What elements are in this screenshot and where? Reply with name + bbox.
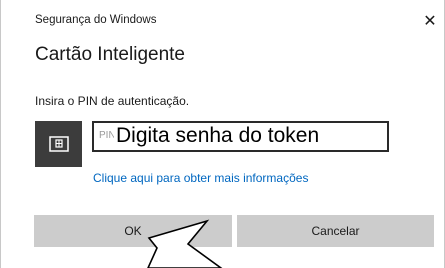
ok-button-label: OK <box>124 224 142 238</box>
smart-card-reader-icon <box>48 136 69 152</box>
more-info-link[interactable]: Clique aqui para obter mais informações <box>93 171 308 185</box>
cancel-button[interactable]: Cancelar <box>237 215 434 247</box>
pin-prompt: Insira o PIN de autenticação. <box>35 94 190 108</box>
ok-button[interactable]: OK <box>34 215 232 247</box>
windows-security-dialog: Segurança do Windows ✕ Cartão Inteligent… <box>0 0 445 268</box>
close-button[interactable]: ✕ <box>419 10 441 32</box>
close-icon: ✕ <box>423 13 437 30</box>
window-title: Segurança do Windows <box>35 14 157 26</box>
dialog-heading: Cartão Inteligente <box>35 44 185 65</box>
smart-card-tile <box>35 121 82 167</box>
annotation-label: Digita senha do token <box>114 124 322 148</box>
cancel-button-label: Cancelar <box>311 224 360 238</box>
pin-input[interactable]: PIN Digita senha do token <box>92 121 389 152</box>
